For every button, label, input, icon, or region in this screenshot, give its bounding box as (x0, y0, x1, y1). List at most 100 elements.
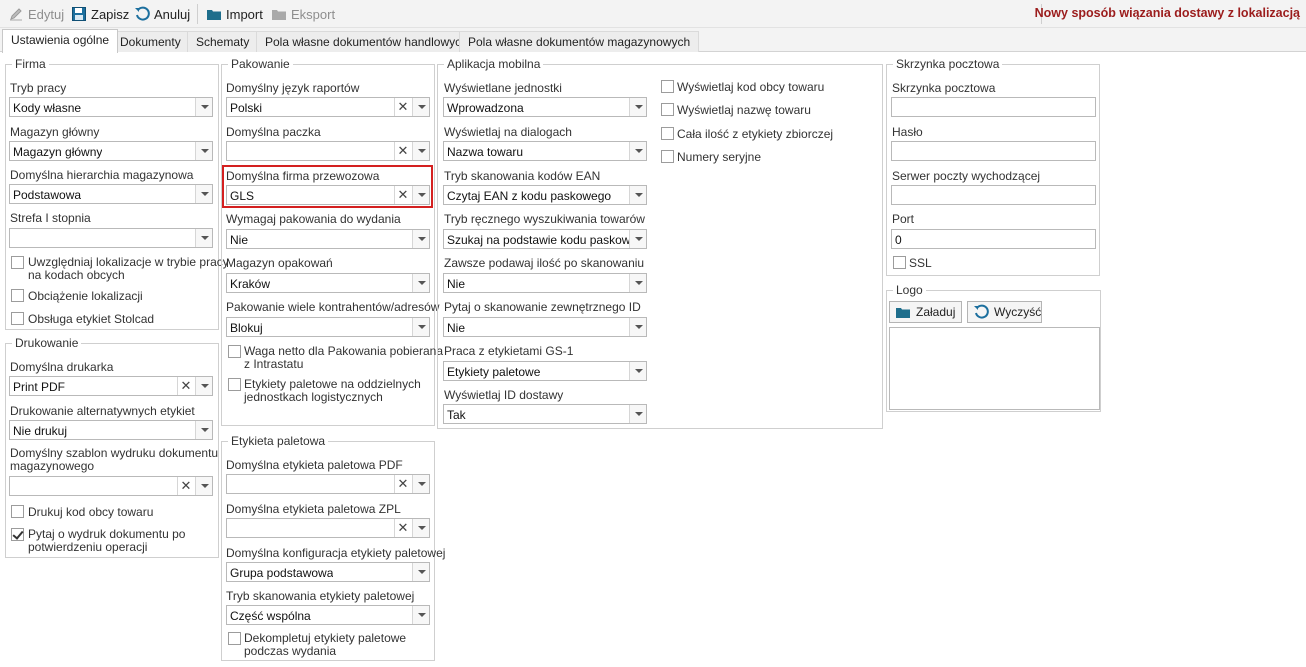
checkbox-label: Wyświetlaj nazwę towaru (677, 103, 811, 117)
carrier-select[interactable]: GLS ✕ (226, 185, 430, 205)
chevron-down-icon[interactable] (195, 98, 212, 116)
port-input[interactable]: 0 (891, 229, 1096, 249)
gs1-labels-select[interactable]: Etykiety paletowe (443, 361, 647, 381)
pallet-config-select[interactable]: Grupa podstawowa (226, 562, 430, 582)
clear-logo-button[interactable]: Wyczyść (967, 301, 1042, 323)
password-input[interactable] (891, 141, 1096, 161)
chevron-down-icon[interactable] (629, 274, 646, 292)
chevron-down-icon[interactable] (195, 421, 212, 439)
pallet-label-zpl-select[interactable]: ✕ (226, 518, 430, 538)
packaging-warehouse-select[interactable]: Kraków (226, 273, 430, 293)
tab-custom-fields-warehouse[interactable]: Pola własne dokumentów magazynowych (459, 31, 700, 52)
chevron-down-icon[interactable] (412, 606, 429, 624)
warehouse-hierarchy-select[interactable]: Podstawowa (9, 184, 213, 204)
checkbox-show-product-name[interactable] (661, 103, 674, 116)
checkbox-full-quantity-collective[interactable] (661, 127, 674, 140)
external-id-select[interactable]: Nie (443, 317, 647, 337)
default-printer-select[interactable]: Print PDF ✕ (9, 376, 213, 396)
chevron-down-icon[interactable] (629, 318, 646, 336)
quantity-after-scan-select[interactable]: Nie (443, 273, 647, 293)
alternative-labels-select[interactable]: Nie drukuj (9, 420, 213, 440)
chevron-down-icon[interactable] (195, 377, 212, 395)
units-select[interactable]: Wprowadzona (443, 97, 647, 117)
dialog-display-select[interactable]: Nazwa towaru (443, 141, 647, 161)
chevron-down-icon[interactable] (412, 274, 429, 292)
chevron-down-icon[interactable] (412, 563, 429, 581)
manual-search-select[interactable]: Szukaj na podstawie kodu paskowe... (443, 229, 647, 249)
checkbox-label: Uwzględniaj lokalizacje w trybie pracy n… (28, 256, 229, 282)
tab-general-settings[interactable]: Ustawienia ogólne (2, 29, 119, 53)
clear-icon[interactable]: ✕ (394, 98, 411, 116)
chevron-down-icon[interactable] (412, 142, 429, 160)
smtp-server-input[interactable] (891, 185, 1096, 205)
chevron-down-icon[interactable] (412, 186, 429, 204)
clear-icon[interactable]: ✕ (394, 519, 411, 537)
field-label: Domyślny język raportów (226, 81, 360, 95)
checkbox-decompose-pallet[interactable] (228, 632, 241, 645)
multi-contractor-select[interactable]: Blokuj (226, 317, 430, 337)
checkbox-ask-print[interactable] (11, 528, 24, 541)
ean-scan-mode-select[interactable]: Czytaj EAN z kodu paskowego (443, 185, 647, 205)
clear-icon[interactable]: ✕ (394, 186, 411, 204)
checkbox-location-load[interactable] (11, 289, 24, 302)
chevron-down-icon[interactable] (629, 142, 646, 160)
logo-preview (889, 327, 1100, 410)
default-package-select[interactable]: ✕ (226, 141, 430, 161)
chevron-down-icon[interactable] (195, 477, 212, 495)
checkbox-locations-foreign-codes[interactable] (11, 256, 24, 269)
chevron-down-icon[interactable] (629, 362, 646, 380)
print-template-select[interactable]: ✕ (9, 476, 213, 496)
chevron-down-icon[interactable] (195, 185, 212, 203)
select-value: Szukaj na podstawie kodu paskowe... (447, 233, 648, 247)
report-language-select[interactable]: Polski ✕ (226, 97, 430, 117)
chevron-down-icon[interactable] (195, 229, 212, 247)
checkbox-label: Dekompletuj etykiety paletowe podczas wy… (244, 632, 406, 658)
checkbox-ssl[interactable] (893, 256, 906, 269)
field-label: Zawsze podawaj ilość po skanowaniu (444, 256, 645, 270)
import-button[interactable]: Import (206, 4, 263, 24)
field-label: Magazyn główny (10, 125, 100, 139)
checkbox-serial-numbers[interactable] (661, 150, 674, 163)
zone-select[interactable] (9, 228, 213, 248)
main-warehouse-select[interactable]: Magazyn główny (9, 141, 213, 161)
pallet-label-pdf-select[interactable]: ✕ (226, 474, 430, 494)
chevron-down-icon[interactable] (412, 519, 429, 537)
chevron-down-icon[interactable] (629, 186, 646, 204)
chevron-down-icon[interactable] (412, 230, 429, 248)
clear-icon[interactable]: ✕ (177, 477, 194, 495)
tab-schemes[interactable]: Schematy (187, 31, 259, 52)
checkbox-stolcad-labels[interactable] (11, 312, 24, 325)
require-packing-select[interactable]: Nie (226, 229, 430, 249)
chevron-down-icon[interactable] (629, 98, 646, 116)
save-button[interactable]: Zapisz (71, 4, 129, 24)
field-label: Port (892, 212, 915, 226)
tab-custom-fields-trade[interactable]: Pola własne dokumentów handlowych (256, 31, 477, 52)
edit-button[interactable]: Edytuj (8, 4, 64, 24)
checkbox-net-weight-intrastat[interactable] (228, 345, 241, 358)
checkbox-pallet-labels-units[interactable] (228, 378, 241, 391)
clear-icon[interactable]: ✕ (177, 377, 194, 395)
cancel-button[interactable]: Anuluj (134, 4, 190, 24)
chevron-down-icon[interactable] (629, 405, 646, 423)
chevron-down-icon[interactable] (412, 475, 429, 493)
select-value: Część wspólna (230, 609, 311, 623)
pallet-scan-mode-select[interactable]: Część wspólna (226, 605, 430, 625)
chevron-down-icon[interactable] (412, 98, 429, 116)
field-label: Wyświetlaj na dialogach (444, 125, 572, 139)
group-title: Etykieta paletowa (228, 434, 329, 448)
checkbox-print-foreign-code[interactable] (11, 505, 24, 518)
chevron-down-icon[interactable] (412, 318, 429, 336)
mailbox-input[interactable] (891, 97, 1096, 117)
clear-icon[interactable]: ✕ (394, 475, 411, 493)
chevron-down-icon[interactable] (195, 142, 212, 160)
checkbox-show-foreign-code[interactable] (661, 80, 674, 93)
field-label: Domyślny szablon wydruku dokumentu magaz… (10, 447, 218, 473)
load-logo-button[interactable]: Załaduj (889, 301, 962, 323)
work-mode-select[interactable]: Kody własne (9, 97, 213, 117)
tab-documents[interactable]: Dokumenty (111, 31, 190, 52)
chevron-down-icon[interactable] (629, 230, 646, 248)
export-button[interactable]: Eksport (271, 4, 335, 24)
clear-icon[interactable]: ✕ (394, 142, 411, 160)
delivery-id-select[interactable]: Tak (443, 404, 647, 424)
notice-text: Nowy sposób wiązania dostawy z lokalizac… (1034, 6, 1300, 20)
